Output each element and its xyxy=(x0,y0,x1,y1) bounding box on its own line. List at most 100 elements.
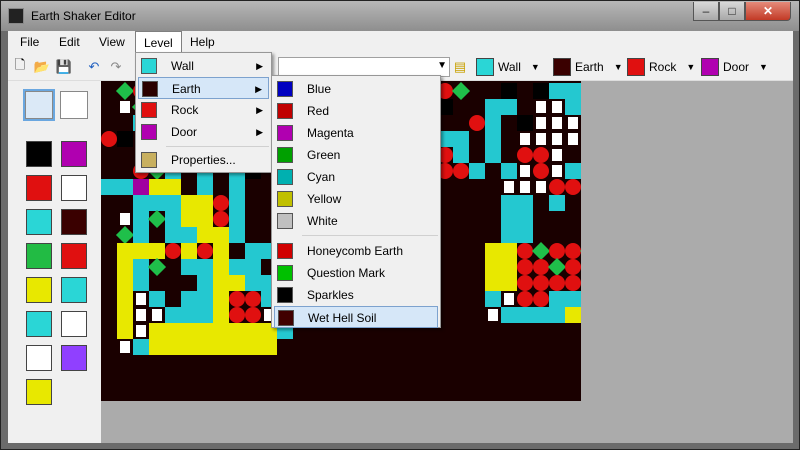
rock-picker[interactable]: Rock ▼ xyxy=(627,56,695,78)
level-menu-item-earth[interactable]: Earth ▶ xyxy=(138,77,269,99)
map-tile xyxy=(517,275,533,291)
redo-icon[interactable]: ↷ xyxy=(107,58,125,76)
map-tile xyxy=(165,211,181,227)
menu-level[interactable]: Level xyxy=(135,31,182,53)
map-tile xyxy=(453,131,469,147)
tile-tool-icon[interactable] xyxy=(26,379,52,405)
menu-help[interactable]: Help xyxy=(182,31,223,53)
menu-file[interactable]: File xyxy=(12,31,47,53)
earth-submenu-item-honeycomb-earth[interactable]: Honeycomb Earth xyxy=(274,240,438,262)
map-tile xyxy=(533,291,549,307)
wall-picker[interactable]: Wall ▼ xyxy=(476,56,540,78)
menu-edit[interactable]: Edit xyxy=(51,31,88,53)
open-folder-icon[interactable]: 📂 xyxy=(33,58,51,76)
map-tile xyxy=(213,195,229,211)
chevron-right-icon: ▶ xyxy=(256,127,263,137)
map-tile xyxy=(568,117,578,129)
earth-submenu-item-cyan[interactable]: Cyan xyxy=(274,166,438,188)
map-tile xyxy=(485,275,501,291)
door-picker[interactable]: Door ▼ xyxy=(701,56,768,78)
tile-tool-icon[interactable] xyxy=(26,209,52,235)
tile-tool-icon[interactable] xyxy=(61,277,87,303)
map-tile xyxy=(213,227,229,243)
map-tile xyxy=(149,195,165,211)
earth-picker[interactable]: Earth ▼ xyxy=(553,56,623,78)
earth-submenu-item-label: Wet Hell Soil xyxy=(308,311,377,325)
title-bar[interactable]: Earth Shaker Editor – □ ✕ xyxy=(1,1,799,31)
map-tile xyxy=(213,275,229,291)
map-tile xyxy=(197,339,213,355)
earth-submenu-item-red[interactable]: Red xyxy=(274,100,438,122)
new-file-icon[interactable]: 🗋 xyxy=(11,57,29,76)
map-tile xyxy=(136,309,146,321)
door-picker-label: Door xyxy=(723,60,750,74)
undo-icon[interactable]: ↶ xyxy=(85,58,103,76)
level-menu-item-wall[interactable]: Wall ▶ xyxy=(138,55,269,77)
chevron-down-icon: ▼ xyxy=(686,62,696,72)
menu-view[interactable]: View xyxy=(91,31,133,53)
earth-swatch-icon xyxy=(277,103,293,119)
earth-submenu-item-wet-hell-soil[interactable]: Wet Hell Soil xyxy=(274,306,438,328)
earth-submenu-item-white[interactable]: White xyxy=(274,210,438,232)
map-tile xyxy=(213,339,229,355)
rock-icon xyxy=(141,102,157,118)
save-icon[interactable]: 💾 xyxy=(55,58,73,76)
level-menu-item-rock[interactable]: Rock ▶ xyxy=(138,99,269,121)
level-menu-item-properties[interactable]: Properties... xyxy=(138,149,269,171)
map-tile xyxy=(520,133,530,145)
tile-tool-icon[interactable] xyxy=(61,209,87,235)
map-tile xyxy=(245,291,261,307)
map-tile xyxy=(501,195,517,211)
earth-submenu-item-question-mark[interactable]: Question Mark xyxy=(274,262,438,284)
tile-tool-icon[interactable] xyxy=(61,175,87,201)
earth-submenu-item-blue[interactable]: Blue xyxy=(274,78,438,100)
map-tile xyxy=(565,275,581,291)
fill-bucket-tool-icon[interactable] xyxy=(60,91,88,119)
earth-submenu-item-sparkles[interactable]: Sparkles xyxy=(274,284,438,306)
tile-tool-icon[interactable] xyxy=(26,277,52,303)
map-tile xyxy=(504,181,514,193)
map-tile xyxy=(533,307,549,323)
map-tile xyxy=(517,195,533,211)
earth-submenu-item-yellow[interactable]: Yellow xyxy=(274,188,438,210)
tile-tool-icon[interactable] xyxy=(61,141,87,167)
tile-tool-icon[interactable] xyxy=(26,345,52,371)
map-tile xyxy=(181,243,197,259)
minimize-button[interactable]: – xyxy=(693,2,719,21)
tile-tool-icon[interactable] xyxy=(61,243,87,269)
map-tile xyxy=(536,117,546,129)
level-select[interactable]: ▼ xyxy=(278,57,450,77)
map-tile xyxy=(197,179,213,195)
map-tile xyxy=(181,291,197,307)
map-tile xyxy=(536,133,546,145)
tile-tool-icon[interactable] xyxy=(61,311,87,337)
tile-tool-icon[interactable] xyxy=(26,141,52,167)
tile-tool-icon[interactable] xyxy=(26,175,52,201)
tile-tool-icon[interactable] xyxy=(26,243,52,269)
close-button[interactable]: ✕ xyxy=(745,2,791,21)
menu-bar: File Edit View Level Help xyxy=(8,31,793,53)
level-menu-item-label: Door xyxy=(171,125,198,139)
properties-icon[interactable]: ▤ xyxy=(451,58,469,76)
map-tile xyxy=(197,291,213,307)
level-menu-item-door[interactable]: Door ▶ xyxy=(138,121,269,143)
earth-submenu-item-magenta[interactable]: Magenta xyxy=(274,122,438,144)
tile-tool-icon[interactable] xyxy=(61,345,87,371)
map-tile xyxy=(517,147,533,163)
earth-submenu-item-label: Question Mark xyxy=(307,266,386,280)
map-tile xyxy=(115,81,135,101)
level-menu-dropdown: Wall ▶ Earth ▶ Rock ▶ Door ▶ Properties... xyxy=(135,52,272,173)
map-tile xyxy=(565,99,581,115)
map-tile xyxy=(549,83,565,99)
map-tile xyxy=(165,307,181,323)
map-tile xyxy=(485,99,501,115)
earth-submenu-item-green[interactable]: Green xyxy=(274,144,438,166)
maximize-button[interactable]: □ xyxy=(719,2,745,21)
rock-swatch xyxy=(627,58,645,76)
tile-tool-icon[interactable] xyxy=(26,311,52,337)
map-tile xyxy=(549,243,565,259)
pencil-tool-icon[interactable] xyxy=(23,89,55,121)
properties-icon xyxy=(141,152,157,168)
earth-submenu-item-label: Cyan xyxy=(307,170,336,184)
door-icon xyxy=(141,124,157,140)
